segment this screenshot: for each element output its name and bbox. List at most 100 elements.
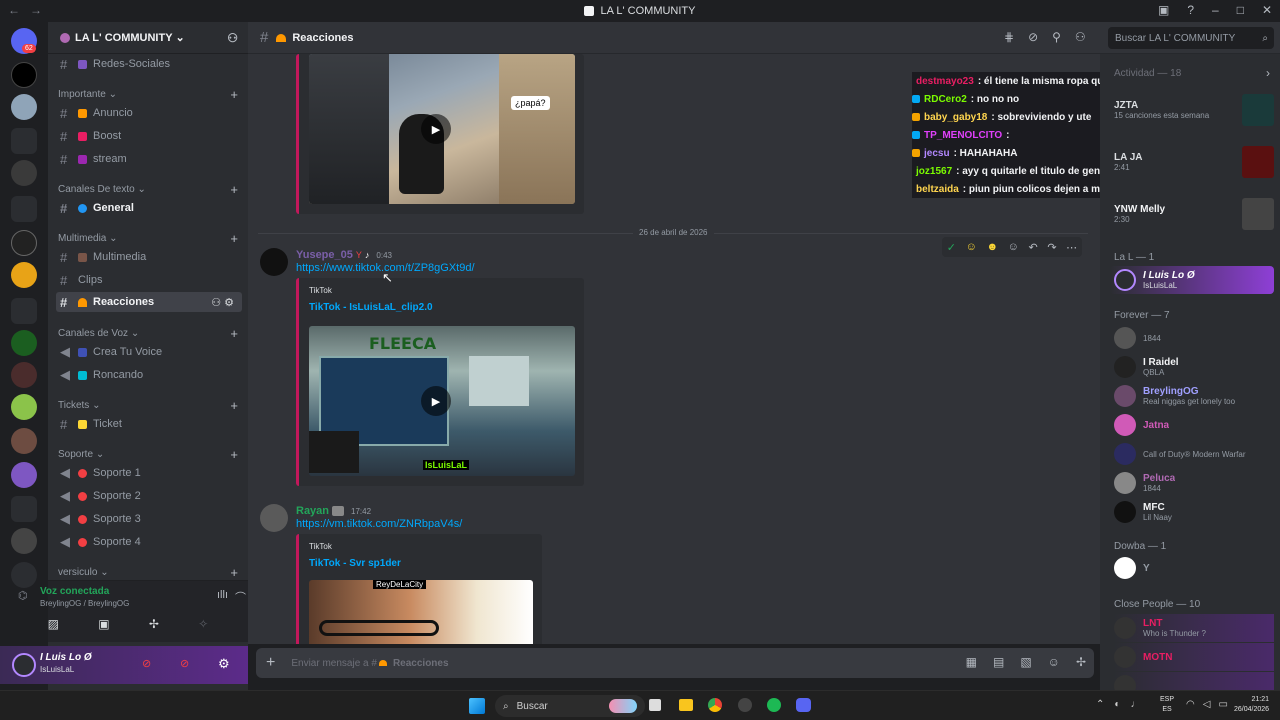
- tray-app-icon[interactable]: ◐: [1114, 699, 1120, 710]
- activity-item[interactable]: LA JA 2:41: [1114, 146, 1274, 178]
- play-icon[interactable]: ▶: [421, 386, 451, 416]
- members-icon[interactable]: ⚇: [1075, 30, 1086, 44]
- activity-item[interactable]: JZTA 15 canciones esta semana: [1114, 94, 1274, 126]
- category-importante[interactable]: Importante ⌄ +: [58, 87, 238, 102]
- member-item[interactable]: Peluca 1844: [1114, 469, 1274, 497]
- settings-icon[interactable]: ⚙: [218, 656, 230, 672]
- chrome-icon[interactable]: [708, 698, 722, 712]
- forward-icon[interactable]: ↷: [1047, 241, 1056, 254]
- category-tickets[interactable]: Tickets ⌄ +: [58, 398, 238, 413]
- message-author[interactable]: Rayan: [296, 505, 329, 517]
- threads-icon[interactable]: ⋕: [1004, 30, 1014, 44]
- server-icon[interactable]: [11, 362, 37, 388]
- channel-clips[interactable]: # Clips: [56, 270, 242, 290]
- add-channel-icon[interactable]: +: [230, 182, 238, 197]
- signal-icon[interactable]: ⌬: [18, 589, 28, 602]
- minimize-icon[interactable]: –: [1212, 3, 1219, 17]
- maximize-icon[interactable]: □: [1237, 3, 1244, 17]
- member-item[interactable]: I Luis Lo Ø IsLuisLaL: [1110, 266, 1274, 294]
- channel-crea-tu-voice[interactable]: ◀ Crea Tu Voice: [56, 342, 242, 362]
- folder-icon[interactable]: [11, 128, 37, 154]
- more-icon[interactable]: ⋯: [1066, 241, 1077, 254]
- microphone-icon[interactable]: ♩: [1130, 699, 1140, 710]
- chevron-up-icon[interactable]: ⌃: [1096, 699, 1104, 710]
- folder-icon[interactable]: [11, 496, 37, 522]
- embed-title[interactable]: TikTok - IsLuisLaL_clip2.0: [309, 302, 433, 313]
- server-icon[interactable]: [11, 262, 37, 288]
- language-indicator[interactable]: ESP ES: [1160, 695, 1174, 715]
- video-thumbnail[interactable]: ¿papá? ▶: [309, 54, 575, 204]
- member-item[interactable]: LNT Who is Thunder ?: [1114, 614, 1274, 642]
- inbox-icon[interactable]: ▣: [1158, 3, 1169, 17]
- soundboard-icon[interactable]: ✧: [198, 617, 208, 631]
- avatar[interactable]: [12, 653, 36, 677]
- search-input[interactable]: Buscar LA L' COMMUNITY ⌕: [1108, 27, 1274, 49]
- spotify-icon[interactable]: [767, 698, 781, 712]
- video-thumbnail[interactable]: FLEECA IsLuisLaL ▶: [309, 326, 575, 476]
- channel-soporte-2[interactable]: ◀ Soporte 2: [56, 486, 242, 506]
- channel-ticket[interactable]: # Ticket: [56, 414, 242, 434]
- help-icon[interactable]: ?: [1187, 3, 1194, 17]
- server-icon[interactable]: [11, 94, 37, 120]
- check-reaction-icon[interactable]: ✓: [947, 241, 956, 254]
- folder-icon[interactable]: [11, 196, 37, 222]
- add-channel-icon[interactable]: +: [230, 326, 238, 341]
- close-icon[interactable]: ✕: [1262, 3, 1272, 17]
- avatar[interactable]: [260, 504, 288, 532]
- cry-laugh-reaction-icon[interactable]: ☻: [986, 241, 998, 253]
- deafen-icon[interactable]: ⊘: [180, 657, 189, 670]
- category-multimedia[interactable]: Multimedia ⌄ +: [58, 231, 238, 246]
- channel-soporte-1[interactable]: ◀ Soporte 1: [56, 463, 242, 483]
- member-item[interactable]: Jatna: [1114, 411, 1274, 439]
- channel-boost[interactable]: # Boost: [56, 126, 242, 146]
- server-icon[interactable]: [11, 528, 37, 554]
- embed-title[interactable]: TikTok - Svr sp1der: [309, 558, 401, 569]
- category-canales-texto[interactable]: Canales De texto ⌄ +: [58, 182, 238, 197]
- channel-soporte-4[interactable]: ◀ Soporte 4: [56, 532, 242, 552]
- activities-icon[interactable]: ✢: [149, 617, 159, 631]
- file-explorer-icon[interactable]: [679, 699, 693, 711]
- server-icon[interactable]: [11, 428, 37, 454]
- server-icon[interactable]: [11, 330, 37, 356]
- server-icon[interactable]: [11, 394, 37, 420]
- clock[interactable]: 21:21 26/04/2026: [1234, 695, 1269, 715]
- pin-icon[interactable]: ⚲: [1052, 30, 1061, 44]
- server-icon[interactable]: [11, 62, 37, 88]
- message-author[interactable]: Yusepe_05: [296, 249, 353, 261]
- gift-icon[interactable]: ▦: [966, 655, 977, 669]
- category-versiculo[interactable]: versiculo ⌄ +: [58, 565, 238, 580]
- channel-roncando[interactable]: ◀ Roncando: [56, 365, 242, 385]
- volume-icon[interactable]: ◁: [1203, 699, 1211, 710]
- member-item[interactable]: Y: [1114, 554, 1274, 582]
- emoji-icon[interactable]: ☺: [1048, 655, 1060, 669]
- channel-stream[interactable]: # stream: [56, 149, 242, 169]
- member-item[interactable]: MFC Lil Naay: [1114, 498, 1274, 526]
- add-channel-icon[interactable]: +: [230, 565, 238, 580]
- member-item[interactable]: BreylingOG Real niggas get lonely too: [1114, 382, 1274, 410]
- server-icon[interactable]: [11, 462, 37, 488]
- channel-settings-icon[interactable]: ⚇ ⚙: [211, 296, 234, 309]
- disconnect-icon[interactable]: ⌒: [235, 589, 246, 605]
- member-item[interactable]: 1844: [1114, 324, 1274, 352]
- member-item[interactable]: I Raidel QBLA: [1114, 353, 1274, 381]
- channel-redes-sociales[interactable]: # Redes-Sociales: [56, 54, 242, 74]
- noise-suppression-icon[interactable]: ıllı: [217, 589, 228, 601]
- message-composer[interactable]: + Enviar mensaje a # Reacciones ▦ ▤ ▧ ☺ …: [256, 648, 1094, 678]
- folder-icon[interactable]: [11, 298, 37, 324]
- play-icon[interactable]: ▶: [421, 114, 451, 144]
- add-channel-icon[interactable]: +: [230, 447, 238, 462]
- app-icon[interactable]: [738, 698, 752, 712]
- member-item[interactable]: [1114, 672, 1274, 690]
- screen-share-icon[interactable]: ▣: [98, 617, 109, 631]
- message-link[interactable]: https://vm.tiktok.com/ZNRbpaV4s/: [296, 518, 462, 530]
- member-item[interactable]: Call of Duty® Modern Warfar: [1114, 440, 1274, 468]
- notifications-icon[interactable]: ⊘: [1028, 30, 1038, 44]
- add-channel-icon[interactable]: +: [230, 398, 238, 413]
- category-soporte[interactable]: Soporte ⌄ +: [58, 447, 238, 462]
- add-channel-icon[interactable]: +: [230, 231, 238, 246]
- reply-icon[interactable]: ↶: [1029, 241, 1038, 254]
- channel-multimedia[interactable]: # Multimedia: [56, 247, 242, 267]
- gif-icon[interactable]: ▤: [993, 655, 1004, 669]
- add-member-icon[interactable]: ⚇: [227, 31, 238, 45]
- channel-anuncio[interactable]: # Anuncio: [56, 103, 242, 123]
